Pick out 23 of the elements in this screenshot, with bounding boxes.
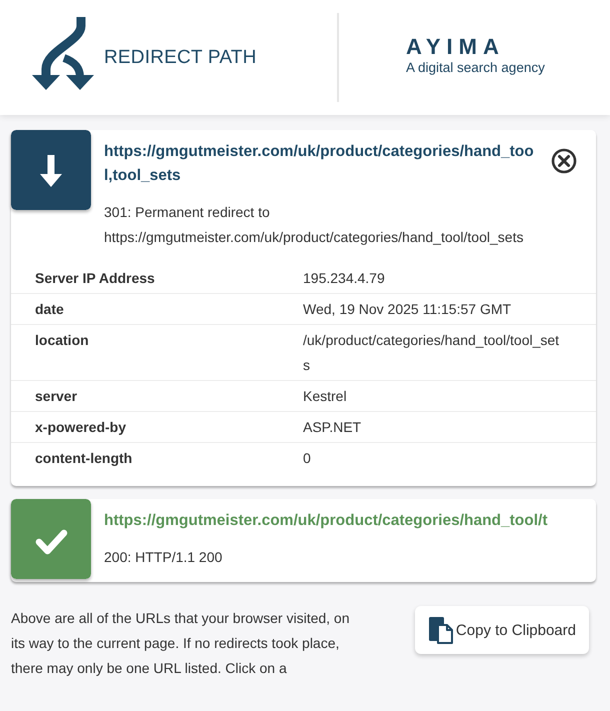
hop-url[interactable]: https://gmgutmeister.com/uk/product/categories/hand_tool,tool_sets <box>104 140 541 188</box>
header-name-cell-text: x-powered-by <box>35 418 128 437</box>
copy-button[interactable]: Copy to Clipboard <box>414 606 589 654</box>
header-value-cell-text: /uk/product/categories/hand_tool/tool_sets <box>303 331 560 375</box>
header-name-cell-text: date <box>35 300 65 319</box>
status-text: 200: HTTP/1.1 200 <box>104 548 224 567</box>
close-icon[interactable] <box>551 148 577 174</box>
header-value-cell-text: 0 <box>303 449 312 468</box>
clipboard-icon <box>428 616 453 644</box>
header-name-cell-text: content-length <box>35 449 134 468</box>
header-value-cell-text: ASP.NET <box>303 418 362 437</box>
logo-text: REDIRECT PATH <box>104 46 257 68</box>
header-value-cell-text: Wed, 19 Nov 2025 11:15:57 GMT <box>303 300 512 319</box>
header-value-cell-text: 195.234.4.79 <box>303 269 386 288</box>
brand-name: AYIMA <box>406 34 505 58</box>
hop-url[interactable]: https://gmgutmeister.com/uk/product/categories/hand_tool/t <box>104 509 588 533</box>
tagline: A digital search agency <box>406 58 545 76</box>
status-text: 301: Permanent redirect to https://gmgutmeister.com/uk/product/categories/hand_tool/tool_sets <box>104 203 524 247</box>
header-name-cell-text: location <box>35 331 90 350</box>
header-name-cell-text: server <box>35 387 78 406</box>
header-name-cell-text: Server IP Address <box>35 269 156 288</box>
help-text: Above are all of the URLs that your browser visited, on its way to the current page. If no redirects took place, there may only be one URL listed. Click on a <box>11 609 351 678</box>
header-value-cell-text: Kestrel <box>303 387 348 406</box>
